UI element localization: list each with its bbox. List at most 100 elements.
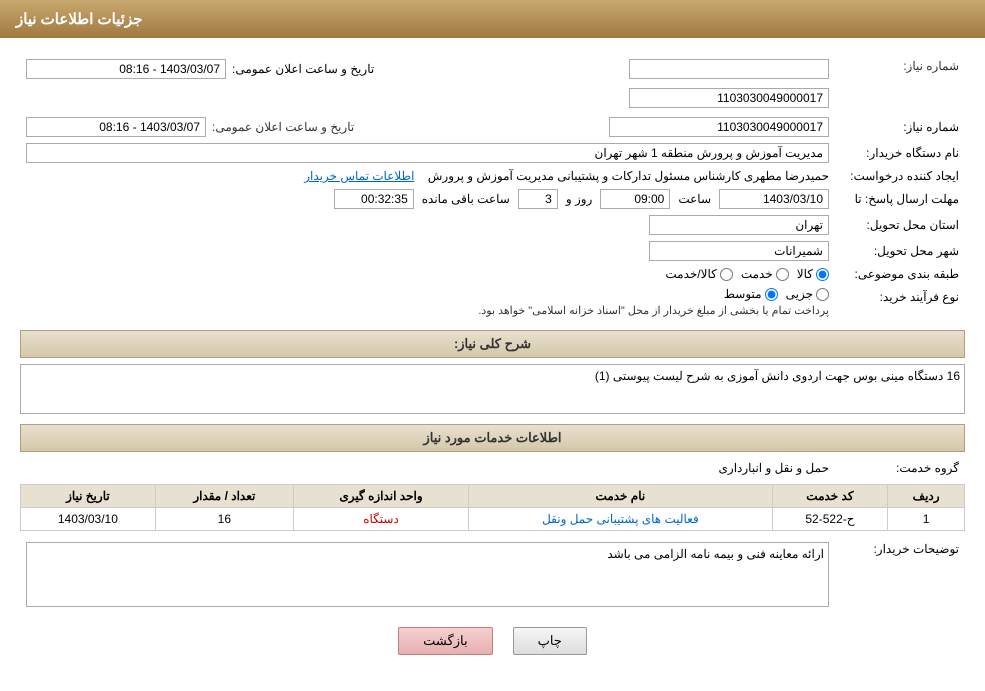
category-radio-group: کالا خدمت کالا/خدمت (26, 267, 829, 281)
province-field[interactable] (649, 215, 829, 235)
col-row-number: ردیف (888, 485, 965, 508)
buyer-desc-label: توضیحات خریدار: (835, 539, 965, 559)
table-row: 1 ح-522-52 فعالیت های پشتیبانی حمل ونقل … (21, 508, 965, 531)
services-section-header: اطلاعات خدمات مورد نیاز (20, 424, 965, 452)
col-unit: واحد اندازه گیری (293, 485, 468, 508)
row-deadline: مهلت ارسال پاسخ: تا ساعت روز و ساعت باقی… (20, 186, 965, 212)
deadline-time-field[interactable] (600, 189, 670, 209)
purchase-type-jozi-radio[interactable] (816, 288, 829, 301)
col-date: تاریخ نیاز (21, 485, 156, 508)
page-header: جزئیات اطلاعات نیاز (0, 0, 985, 38)
service-group-row: گروه خدمت: حمل و نقل و انبارداری (20, 458, 965, 478)
cell-date: 1403/03/10 (21, 508, 156, 531)
category-label: طبقه بندی موضوعی: (835, 264, 965, 284)
purchase-type-jozi-label: جزیی (786, 287, 813, 301)
description-section: شرح کلی نیاز: 16 دستگاه مینی بوس جهت ارد… (20, 330, 965, 414)
category-khedmat-option[interactable]: خدمت (741, 267, 789, 281)
cell-row-number: 1 (888, 508, 965, 531)
city-field[interactable] (649, 241, 829, 261)
purchase-type-note: پرداخت تمام یا بخشی از مبلغ خریدار از مح… (26, 304, 829, 317)
print-button[interactable]: چاپ (513, 627, 587, 655)
purchase-type-label: نوع فرآیند خرید: (835, 284, 965, 320)
creator-name: حمیدرضا مطهری کارشناس مسئول تدارکات و پش… (428, 169, 829, 183)
row-need-number-display (20, 85, 965, 111)
category-kala-label: کالا (797, 267, 813, 281)
page-title: جزئیات اطلاعات نیاز (16, 11, 143, 28)
deadline-date-field[interactable] (719, 189, 829, 209)
cell-unit: دستگاه (293, 508, 468, 531)
services-section: اطلاعات خدمات مورد نیاز گروه خدمت: حمل و… (20, 424, 965, 531)
page-wrapper: جزئیات اطلاعات نیاز شماره نیاز: تاریخ و … (0, 0, 985, 691)
need-number-input[interactable] (629, 59, 829, 79)
need-number-value-input[interactable] (629, 88, 829, 108)
province-value-cell (20, 212, 835, 238)
deadline-value-cell: ساعت روز و ساعت باقی مانده (20, 186, 835, 212)
need-number-value: تاریخ و ساعت اعلان عمومی: (20, 56, 835, 82)
row-province: استان محل تحویل: (20, 212, 965, 238)
purchase-type-radio-group: جزیی متوسط (26, 287, 829, 301)
cell-service-code: ح-522-52 (772, 508, 888, 531)
deadline-label: مهلت ارسال پاسخ: تا (835, 186, 965, 212)
row-category: طبقه بندی موضوعی: کالا خدمت (20, 264, 965, 284)
description-section-header: شرح کلی نیاز: (20, 330, 965, 358)
announcement-label: تاریخ و ساعت اعلان عمومی: (212, 120, 354, 134)
need-number-field[interactable] (609, 117, 829, 137)
buyer-desc-textarea[interactable]: ارائه معاینه فنی و بیمه نامه الزامی می ب… (26, 542, 829, 607)
purchase-type-value-cell: جزیی متوسط پرداخت تمام یا بخشی از مبلغ خ… (20, 284, 835, 320)
service-group-label: گروه خدمت: (835, 458, 965, 478)
city-value-cell (20, 238, 835, 264)
category-kala-khedmat-option[interactable]: کالا/خدمت (665, 267, 732, 281)
category-value-cell: کالا خدمت کالا/خدمت (20, 264, 835, 284)
need-number-label: شماره نیاز: (835, 56, 965, 76)
info-grid: شماره نیاز: تاریخ و ساعت اعلان عمومی: نا… (20, 114, 965, 320)
category-kala-option[interactable]: کالا (797, 267, 829, 281)
category-kala-khedmat-radio[interactable] (720, 268, 733, 281)
description-content: 16 دستگاه مینی بوس جهت اردوی دانش آموزی … (20, 364, 965, 414)
announcement-date-input[interactable] (26, 59, 226, 79)
row-purchase-type: نوع فرآیند خرید: جزیی متوسط پرداخت تمام … (20, 284, 965, 320)
buttons-row: چاپ بازگشت (20, 627, 965, 655)
col-quantity: تعداد / مقدار (155, 485, 293, 508)
buyer-value-cell (20, 140, 835, 166)
deadline-days-field[interactable] (518, 189, 558, 209)
category-khedmat-label: خدمت (741, 267, 773, 281)
row-need-number: شماره نیاز: تاریخ و ساعت اعلان عمومی: (20, 56, 965, 82)
announcement-date-group: تاریخ و ساعت اعلان عمومی: (26, 59, 374, 79)
contact-link[interactable]: اطلاعات تماس خریدار (304, 169, 414, 183)
row-creator: ایجاد کننده درخواست: حمیدرضا مطهری کارشن… (20, 166, 965, 186)
deadline-time-label: ساعت (678, 192, 711, 206)
need-number-label-cell: شماره نیاز: (835, 114, 965, 140)
announcement-date-field[interactable] (26, 117, 206, 137)
remaining-label: ساعت باقی مانده (422, 192, 510, 206)
category-kala-radio[interactable] (816, 268, 829, 281)
row-city: شهر محل تحویل: (20, 238, 965, 264)
category-khedmat-radio[interactable] (776, 268, 789, 281)
services-section-title: اطلاعات خدمات مورد نیاز (423, 430, 561, 445)
row-buyer: نام دستگاه خریدار: (20, 140, 965, 166)
description-textarea[interactable]: 16 دستگاه مینی بوس جهت اردوی دانش آموزی … (20, 364, 965, 414)
col-service-name: نام خدمت (469, 485, 772, 508)
purchase-type-motavaset-radio[interactable] (765, 288, 778, 301)
back-button[interactable]: بازگشت (398, 627, 492, 655)
purchase-type-motavaset-label: متوسط (724, 287, 762, 301)
buyer-label: نام دستگاه خریدار: (835, 140, 965, 166)
city-label: شهر محل تحویل: (835, 238, 965, 264)
creator-value-cell: حمیدرضا مطهری کارشناس مسئول تدارکات و پش… (20, 166, 835, 186)
main-content: شماره نیاز: تاریخ و ساعت اعلان عمومی: (0, 38, 985, 665)
buyer-desc-section: توضیحات خریدار: ارائه معاینه فنی و بیمه … (20, 539, 965, 613)
buyer-desc-content: ارائه معاینه فنی و بیمه نامه الزامی می ب… (20, 539, 835, 613)
service-group-value: حمل و نقل و انبارداری (713, 458, 835, 478)
description-section-title: شرح کلی نیاز: (454, 336, 531, 351)
category-kala-khedmat-label: کالا/خدمت (665, 267, 716, 281)
purchase-type-jozi-option[interactable]: جزیی (786, 287, 829, 301)
deadline-days-label: روز و (566, 192, 593, 206)
announcement-date-label: تاریخ و ساعت اعلان عمومی: (232, 62, 374, 76)
remaining-time-field[interactable] (334, 189, 414, 209)
col-service-code: کد خدمت (772, 485, 888, 508)
purchase-type-motavaset-option[interactable]: متوسط (724, 287, 778, 301)
table-header-row: ردیف کد خدمت نام خدمت واحد اندازه گیری ت… (21, 485, 965, 508)
cell-quantity: 16 (155, 508, 293, 531)
creator-label: ایجاد کننده درخواست: (835, 166, 965, 186)
cell-service-name: فعالیت های پشتیبانی حمل ونقل (469, 508, 772, 531)
buyer-name-field[interactable] (26, 143, 829, 163)
